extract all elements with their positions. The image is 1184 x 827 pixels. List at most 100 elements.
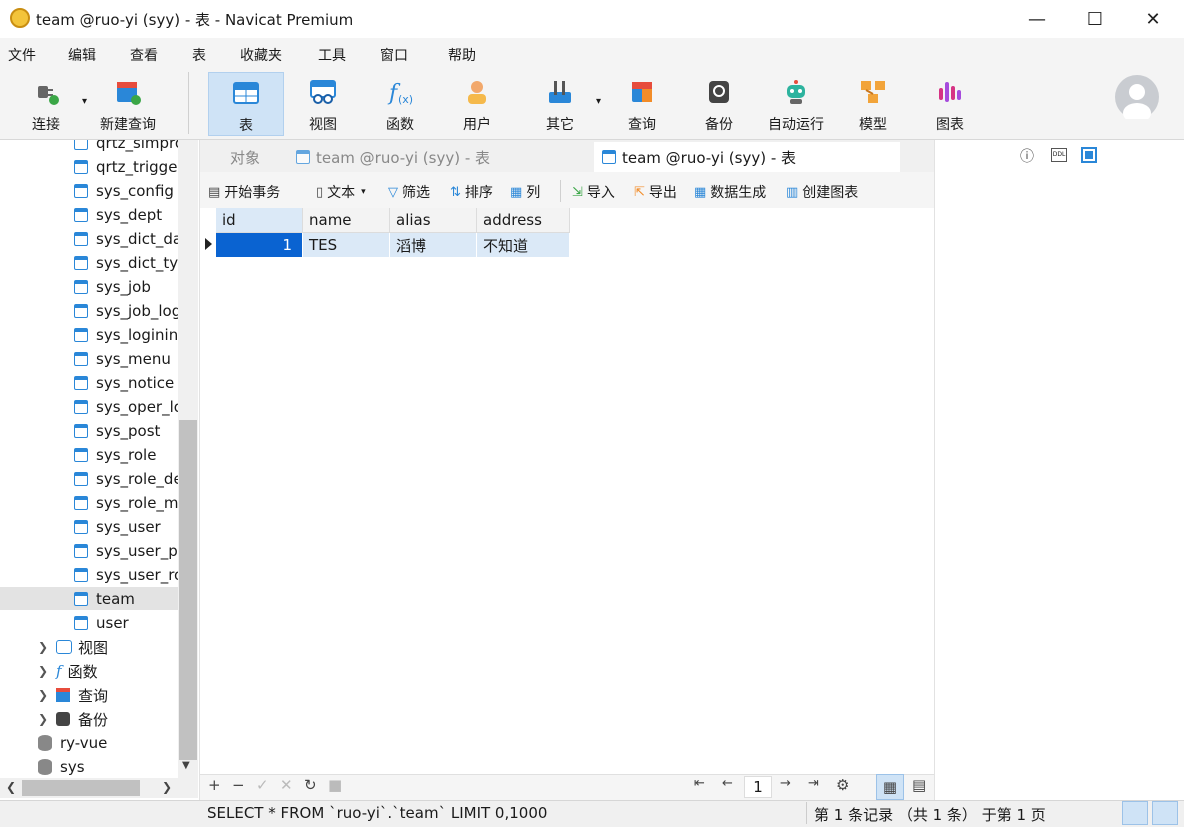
grid-cell-name[interactable]: TES <box>303 233 390 257</box>
column-header-alias[interactable]: alias <box>390 208 477 233</box>
text-view-button[interactable]: ▯ 文本 ▾ <box>316 182 366 202</box>
grid-cell-alias[interactable]: 滔博 <box>390 233 477 257</box>
toggle-right-panel-icon[interactable] <box>1152 801 1178 825</box>
grid-view-toggle-icon[interactable]: ▦ <box>876 774 904 800</box>
other-dropdown-icon[interactable]: ▾ <box>596 96 601 107</box>
tree-table-item[interactable]: sys_menu <box>74 348 180 370</box>
chevron-right-icon[interactable]: ❯ <box>38 664 48 678</box>
menu-favorites[interactable]: 收藏夹 <box>240 45 282 65</box>
stop-icon[interactable]: ■ <box>328 776 342 794</box>
maximize-button[interactable]: ☐ <box>1066 0 1124 38</box>
add-record-icon[interactable]: + <box>208 776 221 794</box>
column-header-id[interactable]: id <box>216 208 303 233</box>
tab-team-active[interactable]: team @ruo-yi (syy) - 表 <box>594 142 900 172</box>
toolbar-user-button[interactable]: 用户 <box>444 72 510 136</box>
grid-cell-address[interactable]: 不知道 <box>477 233 570 257</box>
tree-table-item[interactable]: sys_oper_lo <box>74 396 180 418</box>
toolbar-model-button[interactable]: 模型 <box>842 72 904 136</box>
menu-view[interactable]: 查看 <box>130 45 158 65</box>
generate-data-button[interactable]: ▦ 数据生成 <box>694 182 766 202</box>
tree-table-item[interactable]: sys_dict_typ <box>74 252 180 274</box>
tree-table-item[interactable]: sys_notice <box>74 372 180 394</box>
sidebar-scroll-thumb[interactable] <box>179 420 197 760</box>
minimize-button[interactable]: — <box>1008 0 1066 38</box>
form-view-toggle-icon[interactable]: ▤ <box>912 776 926 794</box>
tree-database-item[interactable]: ry-vue <box>38 732 107 754</box>
tree-table-item[interactable]: sys_user_po <box>74 540 180 562</box>
tree-group-backups[interactable]: 备份 <box>56 708 108 730</box>
tree-table-item[interactable]: qrtz_simpro <box>74 140 180 154</box>
tree-table-item[interactable]: sys_job_log <box>74 300 180 322</box>
tab-objects[interactable]: 对象 <box>222 142 288 172</box>
grid-layout-icon[interactable] <box>1081 147 1097 163</box>
menu-window[interactable]: 窗口 <box>380 45 408 65</box>
begin-transaction-button[interactable]: ▤ 开始事务 <box>208 182 280 202</box>
account-avatar[interactable] <box>1115 75 1159 123</box>
discard-changes-icon[interactable]: ✕ <box>280 776 293 794</box>
export-button[interactable]: ⇱ 导出 <box>634 182 677 202</box>
create-chart-button[interactable]: ▥ 创建图表 <box>786 182 858 202</box>
chevron-right-icon[interactable]: ❯ <box>38 712 48 726</box>
tree-table-item[interactable]: sys_dept <box>74 204 180 226</box>
toolbar-chart-button[interactable]: 图表 <box>918 72 982 136</box>
tree-group-queries[interactable]: 查询 <box>56 684 108 706</box>
tree-table-item[interactable]: sys_role_de <box>74 468 180 490</box>
toolbar-table-button[interactable]: 表 <box>208 72 284 136</box>
tree-group-functions[interactable]: f 函数 <box>56 660 98 682</box>
scroll-down-arrow-icon[interactable]: ▼ <box>182 760 190 771</box>
tree-table-item[interactable]: sys_role <box>74 444 180 466</box>
prev-page-icon[interactable]: ← <box>722 776 733 791</box>
tree-table-item[interactable]: sys_user <box>74 516 180 538</box>
tree-table-item-selected[interactable]: team <box>0 587 178 610</box>
import-button[interactable]: ⇲ 导入 <box>572 182 615 202</box>
tree-table-item[interactable]: qrtz_trigge <box>74 156 180 178</box>
tree-table-item[interactable]: user <box>74 612 180 634</box>
toolbar-other-button[interactable]: 其它 <box>526 72 594 136</box>
toolbar-connect-button[interactable]: 连接 <box>14 72 78 136</box>
toolbar-query-button[interactable]: 查询 <box>610 72 674 136</box>
toggle-left-panel-icon[interactable] <box>1122 801 1148 825</box>
column-header-address[interactable]: address <box>477 208 570 233</box>
tree-table-item[interactable]: sys_config <box>74 180 180 202</box>
first-page-icon[interactable]: ⇤ <box>694 776 705 791</box>
page-number-input[interactable]: 1 <box>744 776 772 798</box>
toolbar-automation-button[interactable]: 自动运行 <box>760 72 832 136</box>
column-header-name[interactable]: name <box>303 208 390 233</box>
ddl-icon[interactable]: DDL <box>1051 148 1067 162</box>
tree-table-item[interactable]: sys_loginint <box>74 324 180 346</box>
menu-help[interactable]: 帮助 <box>448 45 476 65</box>
tree-table-item[interactable]: sys_role_me <box>74 492 180 514</box>
tree-table-item[interactable]: sys_user_ro <box>74 564 180 586</box>
apply-changes-icon[interactable]: ✓ <box>256 776 269 794</box>
chevron-right-icon[interactable]: ❯ <box>38 688 48 702</box>
columns-button[interactable]: ▦ 列 <box>510 182 540 202</box>
close-button[interactable]: ✕ <box>1124 0 1182 38</box>
sort-button[interactable]: ⇅ 排序 <box>450 182 493 202</box>
tree-group-views[interactable]: 视图 <box>56 636 108 658</box>
chevron-right-icon[interactable]: ❯ <box>38 640 48 654</box>
last-page-icon[interactable]: ⇥ <box>808 776 819 791</box>
tab-team-inactive[interactable]: team @ruo-yi (syy) - 表 <box>288 142 592 172</box>
settings-gear-icon[interactable]: ⚙ <box>836 776 849 794</box>
toolbar-function-button[interactable]: f (x) 函数 <box>366 72 434 136</box>
menu-table[interactable]: 表 <box>192 45 206 65</box>
refresh-icon[interactable]: ↻ <box>304 776 317 794</box>
scroll-right-arrow-icon[interactable]: ❯ <box>162 780 172 794</box>
tree-table-item[interactable]: sys_post <box>74 420 180 442</box>
connect-dropdown-icon[interactable]: ▾ <box>82 96 87 107</box>
toolbar-backup-button[interactable]: 备份 <box>688 72 750 136</box>
tree-table-item[interactable]: sys_dict_da <box>74 228 180 250</box>
toolbar-view-button[interactable]: 视图 <box>288 72 358 136</box>
sidebar-hscroll-thumb[interactable] <box>22 780 140 796</box>
grid-cell-id[interactable]: 1 <box>216 233 303 257</box>
menu-file[interactable]: 文件 <box>8 45 36 65</box>
menu-tools[interactable]: 工具 <box>318 45 346 65</box>
delete-record-icon[interactable]: − <box>232 776 245 794</box>
toolbar-new-query-button[interactable]: 新建查询 <box>94 72 162 136</box>
menu-edit[interactable]: 编辑 <box>68 45 96 65</box>
scroll-left-arrow-icon[interactable]: ❮ <box>6 780 16 794</box>
filter-button[interactable]: ▽ 筛选 <box>388 182 430 202</box>
tree-table-item[interactable]: sys_job <box>74 276 180 298</box>
next-page-icon[interactable]: → <box>780 776 791 791</box>
info-icon[interactable]: ⓘ <box>1020 146 1034 166</box>
